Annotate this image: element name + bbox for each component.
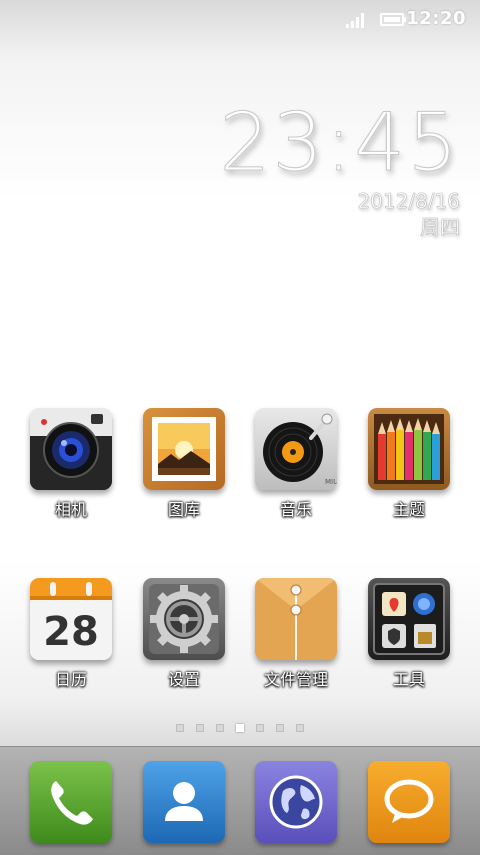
settings-icon [143, 578, 225, 660]
music-brand: MIUI [325, 478, 337, 486]
file-manager-icon [255, 578, 337, 660]
battery-icon [380, 13, 406, 26]
camera-icon [30, 408, 112, 490]
clock-time: 23:45 [219, 96, 460, 189]
app-label: 相机 [54, 500, 87, 519]
page-dot[interactable] [176, 724, 184, 732]
tools-icon [368, 578, 450, 660]
page-dot[interactable] [196, 724, 204, 732]
calendar-icon: 28 [30, 578, 112, 660]
clock-date: 2012/8/16 [357, 189, 460, 214]
app-label: 文件管理 [263, 670, 328, 689]
app-camera[interactable]: 相机 [15, 408, 127, 520]
contacts-icon[interactable] [143, 761, 225, 843]
dock [0, 746, 480, 855]
music-icon: MIUI [255, 408, 337, 490]
themes-icon [368, 408, 450, 490]
app-label: 主题 [392, 500, 425, 519]
app-music[interactable]: MIUI 音乐 [240, 408, 352, 520]
status-bar: 12:20 [0, 0, 480, 40]
page-dot[interactable] [276, 724, 284, 732]
app-label: 图库 [167, 500, 200, 519]
clock-weekday: 周四 [420, 215, 461, 240]
status-time: 12:20 [406, 8, 466, 29]
calendar-day: 28 [43, 609, 99, 655]
clock-widget[interactable]: 23:45 2012/8/16 周四 [219, 96, 461, 240]
app-label: 工具 [392, 670, 425, 689]
app-label: 日历 [54, 670, 87, 689]
app-settings[interactable]: 设置 [128, 578, 240, 690]
gallery-icon [143, 408, 225, 490]
app-file-manager[interactable]: 文件管理 [240, 578, 352, 690]
phone-icon[interactable] [30, 761, 112, 843]
app-calendar[interactable]: 28 日历 [15, 578, 127, 690]
app-tools[interactable]: 工具 [353, 578, 465, 690]
page-indicator [0, 724, 480, 732]
page-dot-active[interactable] [236, 724, 244, 732]
page-dot[interactable] [216, 724, 224, 732]
signal-icon [346, 13, 364, 28]
app-gallery[interactable]: 图库 [128, 408, 240, 520]
page-dot[interactable] [256, 724, 264, 732]
app-label: 音乐 [279, 500, 312, 519]
app-label: 设置 [167, 670, 200, 689]
browser-icon[interactable] [255, 761, 337, 843]
page-dot[interactable] [296, 724, 304, 732]
app-themes[interactable]: 主题 [353, 408, 465, 520]
messages-icon[interactable] [368, 761, 450, 843]
